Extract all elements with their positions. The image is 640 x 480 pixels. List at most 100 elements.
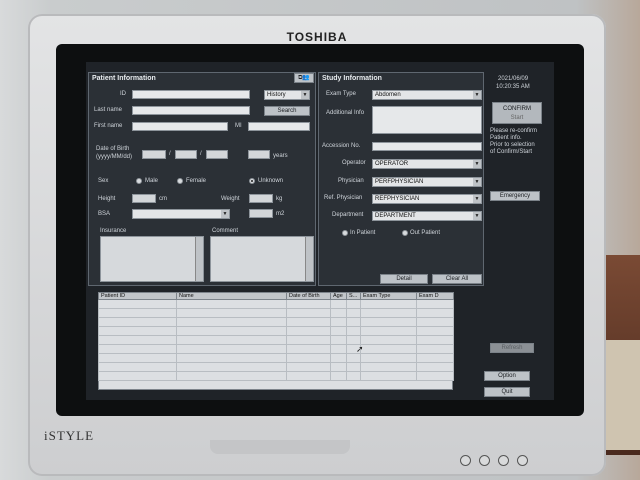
department-label: Department (332, 212, 364, 218)
confirm-note-line: Patient info. (490, 135, 522, 141)
table-row[interactable] (98, 371, 454, 381)
male-radio[interactable] (136, 178, 142, 184)
start-label: Start (510, 115, 524, 121)
history-select[interactable]: History (264, 90, 310, 100)
mi-label: MI (235, 123, 242, 129)
clear-all-button[interactable]: Clear All (432, 274, 482, 284)
table-row[interactable] (98, 335, 454, 345)
accession-label: Accession No. (322, 143, 361, 149)
in-patient-radio[interactable] (342, 230, 348, 236)
dob-separator-1: / (169, 151, 171, 157)
bsa-unit: m2 (276, 211, 285, 217)
hardware-button-3[interactable] (498, 455, 509, 466)
hardware-button-1[interactable] (460, 455, 471, 466)
bsa-select[interactable] (132, 209, 230, 219)
in-patient-label: In Patient (350, 230, 376, 236)
weight-unit: kg (276, 196, 283, 202)
confirm-start-button[interactable]: CONFIRM Start (492, 102, 542, 124)
confirm-note-line: of Confirm/Start (490, 149, 533, 155)
table-row[interactable] (98, 308, 454, 318)
brand-logo: TOSHIBA (286, 30, 348, 44)
patient-list-icon[interactable]: ⧉👥 (294, 73, 314, 83)
confirm-note-line: Prior to selection (490, 142, 535, 148)
model-logo: iSTYLE (44, 428, 95, 443)
hardware-button-4[interactable] (517, 455, 528, 466)
confirm-note: Please re-confirm Patient info. Prior to… (490, 128, 537, 156)
physician-select[interactable]: PERFPHYSICIAN (372, 177, 482, 187)
time-display: 10:20:35 AM (496, 84, 530, 90)
table-row[interactable] (98, 317, 454, 327)
date-display: 2021/06/09 (498, 76, 529, 82)
bsa-field[interactable] (249, 209, 273, 218)
years-label: years (273, 153, 288, 159)
confirm-label: CONFIRM (503, 106, 531, 112)
exam-type-label: Exam Type (326, 91, 356, 97)
female-label: Female (186, 178, 207, 184)
dob-year-field[interactable] (142, 150, 166, 159)
refresh-button[interactable]: Refresh (490, 343, 534, 353)
search-button[interactable]: Search (264, 106, 310, 116)
ref-physician-select[interactable]: REFPHYSICIAN (372, 194, 482, 204)
option-button[interactable]: Option (484, 371, 530, 381)
physician-label: Physician (338, 178, 364, 184)
bezel-notch (210, 440, 350, 454)
bsa-label: BSA (98, 211, 111, 217)
dob-format-label: (yyyy/MM/dd) (96, 154, 132, 160)
comment-label: Comment (212, 228, 239, 234)
mi-field[interactable] (248, 122, 310, 131)
insurance-label: Insurance (100, 228, 127, 234)
col-sex[interactable]: S... (346, 292, 361, 300)
col-exam-date[interactable]: Exam D (416, 292, 454, 300)
unknown-label: Unknown (258, 178, 284, 184)
department-select[interactable]: DEPARTMENT (372, 211, 482, 221)
last-name-field[interactable] (132, 106, 250, 115)
height-unit: cm (159, 196, 167, 202)
accession-field[interactable] (372, 142, 482, 151)
first-name-label: First name (94, 123, 123, 129)
out-patient-radio[interactable] (402, 230, 408, 236)
patient-list-table[interactable]: Patient ID Name Date of Birth Age S... E… (98, 292, 454, 381)
col-name[interactable]: Name (176, 292, 287, 300)
col-patient-id[interactable]: Patient ID (98, 292, 177, 300)
out-patient-label: Out Patient (410, 230, 441, 236)
weight-label: Weight (221, 196, 240, 202)
patient-info-title: Patient Information (92, 75, 156, 82)
first-name-field[interactable] (132, 122, 228, 131)
table-row[interactable] (98, 353, 454, 363)
dob-month-field[interactable] (175, 150, 197, 159)
dob-day-field[interactable] (206, 150, 228, 159)
study-info-title: Study Information (322, 75, 382, 82)
operator-select[interactable]: OPERATOR (372, 159, 482, 169)
female-radio[interactable] (177, 178, 183, 184)
table-row[interactable] (98, 362, 454, 372)
col-dob[interactable]: Date of Birth (286, 292, 331, 300)
insurance-scrollbar[interactable] (195, 237, 203, 281)
last-name-label: Last name (94, 107, 123, 113)
table-row[interactable] (98, 326, 454, 336)
dob-separator-2: / (200, 151, 202, 157)
comment-scrollbar[interactable] (305, 237, 313, 281)
id-field[interactable] (132, 90, 250, 99)
additional-info-field[interactable] (372, 106, 482, 134)
table-row[interactable] (98, 299, 454, 309)
dob-label: Date of Birth (96, 146, 130, 152)
id-label: ID (120, 91, 126, 97)
mouse-cursor-icon: ➚ (356, 344, 364, 354)
hardware-button-2[interactable] (479, 455, 490, 466)
exam-type-select[interactable]: Abdomen (372, 90, 482, 100)
detail-button[interactable]: Detail (380, 274, 428, 284)
quit-button[interactable]: Quit (484, 387, 530, 397)
comment-textarea[interactable] (210, 236, 314, 282)
weight-field[interactable] (249, 194, 273, 203)
operator-label: Operator (342, 160, 366, 166)
col-age[interactable]: Age (330, 292, 347, 300)
emergency-button[interactable]: Emergency (490, 191, 540, 201)
unknown-radio[interactable] (249, 178, 255, 184)
table-row[interactable] (98, 344, 454, 354)
height-field[interactable] (132, 194, 156, 203)
insurance-textarea[interactable] (100, 236, 204, 282)
col-exam-type[interactable]: Exam Type (360, 292, 417, 300)
height-label: Height (98, 196, 116, 202)
male-label: Male (145, 178, 159, 184)
age-field[interactable] (248, 150, 270, 159)
